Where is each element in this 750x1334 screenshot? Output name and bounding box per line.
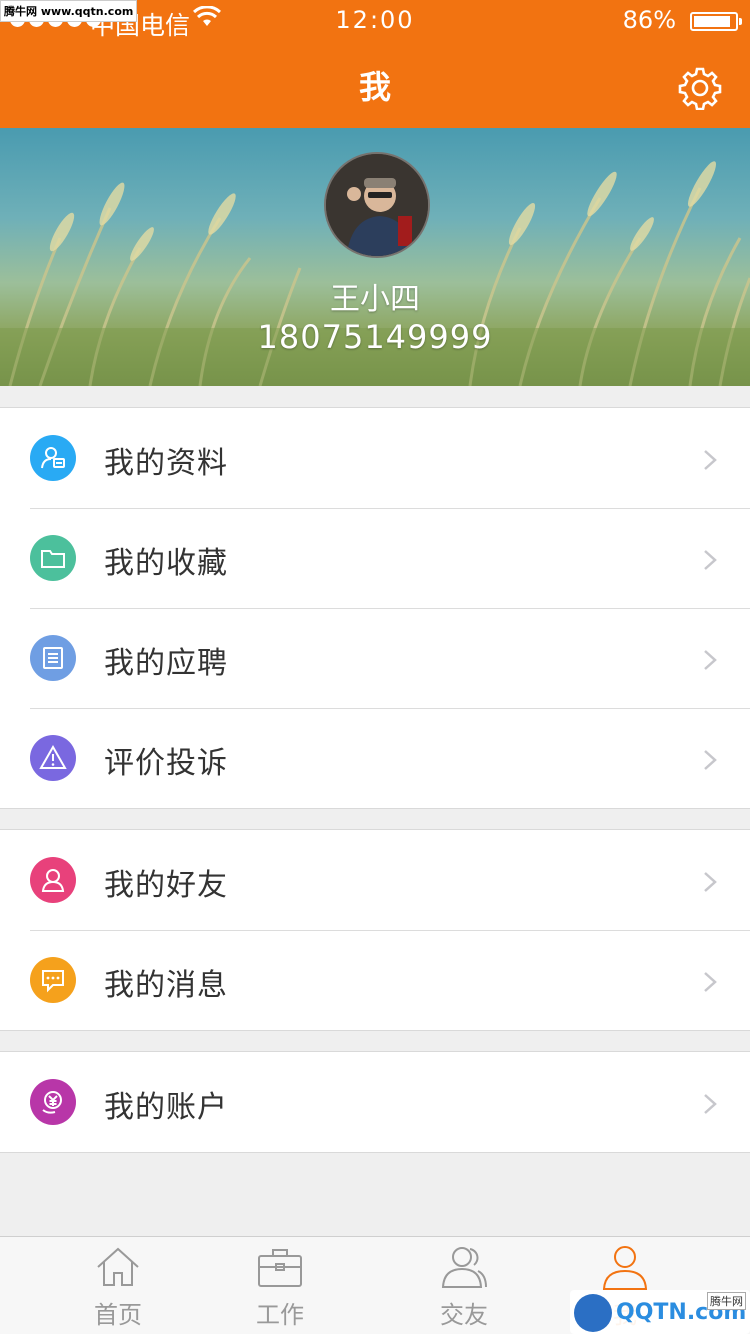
tab-label: 首页: [94, 1301, 142, 1329]
people-icon: [441, 1247, 487, 1288]
chevron-right-icon: [704, 750, 717, 770]
menu-label: 我的消息: [104, 968, 228, 1003]
menu-group-profile: 我的资料 我的收藏 我的应聘 评价投诉: [0, 407, 750, 809]
chevron-right-icon: [704, 650, 717, 670]
battery-percentage: 86%: [622, 6, 676, 34]
watermark-badge: 腾牛网: [707, 1292, 746, 1310]
friend-icon: [30, 857, 76, 903]
menu-item-my-account[interactable]: 我的账户: [0, 1052, 750, 1152]
menu-label: 我的收藏: [104, 546, 228, 581]
profile-banner: 王小四 18075149999: [0, 128, 750, 386]
menu-item-feedback[interactable]: 评价投诉: [0, 708, 750, 808]
tab-home[interactable]: 首页: [58, 1237, 178, 1334]
tab-label: 工作: [256, 1301, 304, 1329]
user-card-icon: [30, 435, 76, 481]
list-doc-icon: [30, 635, 76, 681]
home-icon: [97, 1247, 139, 1286]
page-title: 我: [358, 68, 391, 106]
tab-friends[interactable]: 交友: [404, 1237, 524, 1334]
person-icon: [602, 1246, 648, 1290]
tab-label: 交友: [440, 1301, 488, 1329]
menu-item-my-friends[interactable]: 我的好友: [0, 830, 750, 930]
gear-icon[interactable]: [678, 66, 722, 110]
briefcase-icon: [258, 1249, 302, 1287]
chevron-right-icon: [704, 550, 717, 570]
menu-group-account: 我的账户: [0, 1051, 750, 1153]
menu-label: 我的账户: [104, 1090, 228, 1125]
warning-icon: [30, 735, 76, 781]
menu-item-my-favorites[interactable]: 我的收藏: [0, 508, 750, 608]
battery-icon: [690, 12, 742, 31]
chevron-right-icon: [704, 872, 717, 892]
yuan-icon: [30, 1079, 76, 1125]
menu-label: 我的好友: [104, 868, 228, 903]
folder-icon: [30, 535, 76, 581]
watermark-bottom: QQTN.com 腾牛网: [570, 1290, 750, 1334]
chevron-right-icon: [704, 1094, 717, 1114]
menu-item-my-profile[interactable]: 我的资料: [0, 408, 750, 508]
tab-work[interactable]: 工作: [220, 1237, 340, 1334]
watermark-top: 腾牛网 www.qqtn.com: [0, 0, 138, 22]
avatar[interactable]: [324, 152, 430, 258]
user-phone: 18075149999: [257, 318, 493, 356]
user-name: 王小四: [330, 282, 420, 317]
watermark-logo-icon: [574, 1294, 612, 1332]
chevron-right-icon: [704, 972, 717, 992]
message-icon: [30, 957, 76, 1003]
menu-label: 我的应聘: [104, 646, 228, 681]
menu-item-my-messages[interactable]: 我的消息: [0, 930, 750, 1030]
menu-label: 评价投诉: [104, 746, 228, 781]
menu-group-social: 我的好友 我的消息: [0, 829, 750, 1031]
menu-item-my-applications[interactable]: 我的应聘: [0, 608, 750, 708]
chevron-right-icon: [704, 450, 717, 470]
menu-label: 我的资料: [104, 446, 228, 481]
avatar-image: [326, 154, 428, 256]
